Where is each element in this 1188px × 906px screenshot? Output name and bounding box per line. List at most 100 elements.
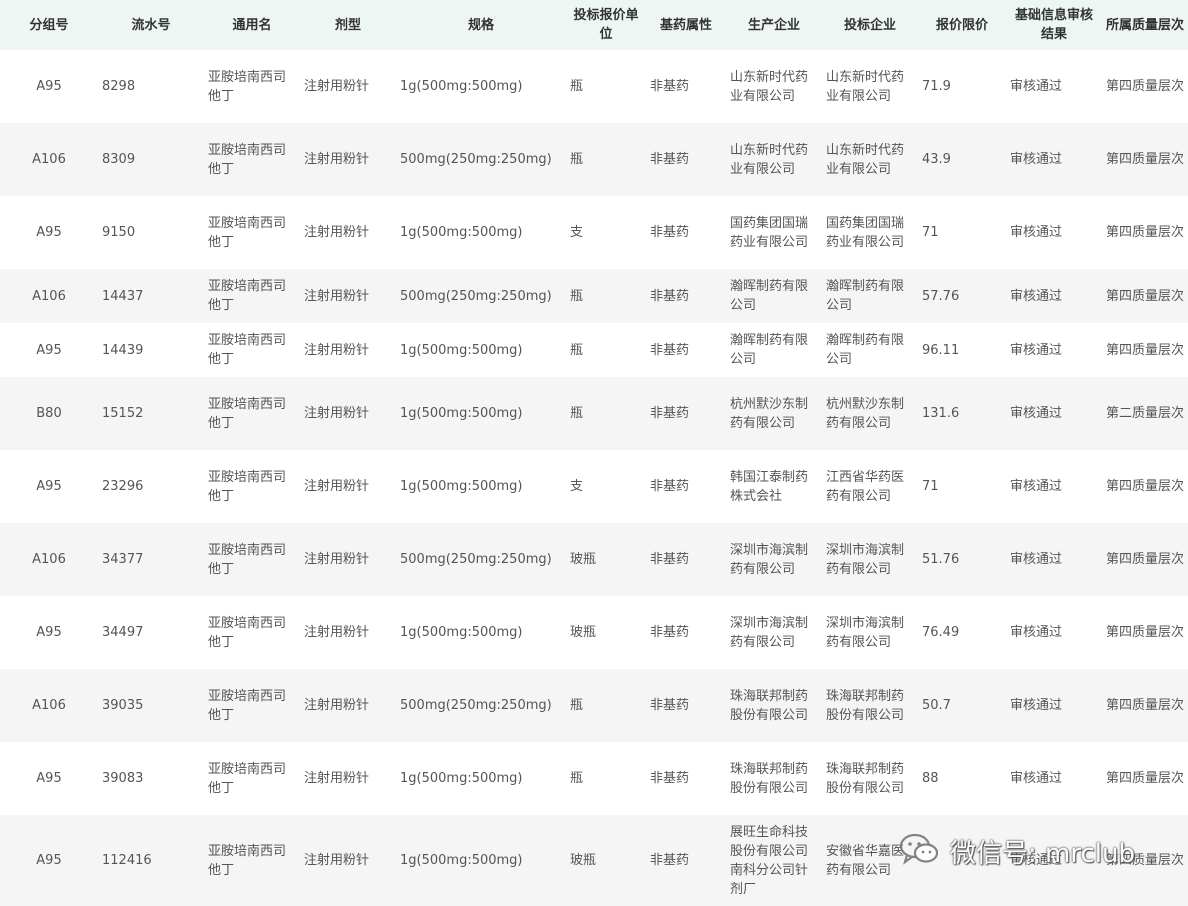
cell-price-limit: 50.7 xyxy=(918,669,1006,742)
table-row: A95 34497 亚胺培南西司他丁 注射用粉针 1g(500mg:500mg) 玻瓶 非基… xyxy=(0,596,1188,669)
cell-dosage-form: 注射用粉针 xyxy=(300,742,396,815)
cell-manufacturer: 山东新时代药业有限公司 xyxy=(726,123,822,196)
cell-bid-unit: 玻瓶 xyxy=(566,815,646,906)
cell-spec: 1g(500mg:500mg) xyxy=(396,815,566,906)
header-generic-name: 通用名 xyxy=(204,0,300,50)
cell-review-result: 审核通过 xyxy=(1006,742,1102,815)
cell-quality-level: 第四质量层次 xyxy=(1102,450,1188,523)
cell-essential-attr: 非基药 xyxy=(646,596,726,669)
cell-group: A106 xyxy=(0,123,98,196)
cell-spec: 1g(500mg:500mg) xyxy=(396,377,566,450)
cell-essential-attr: 非基药 xyxy=(646,323,726,377)
cell-bidder: 珠海联邦制药股份有限公司 xyxy=(822,669,918,742)
cell-bidder: 瀚晖制药有限公司 xyxy=(822,323,918,377)
cell-spec: 1g(500mg:500mg) xyxy=(396,196,566,269)
cell-dosage-form: 注射用粉针 xyxy=(300,669,396,742)
cell-review-result: 审核通过 xyxy=(1006,269,1102,323)
cell-group: A95 xyxy=(0,742,98,815)
cell-bid-unit: 瓶 xyxy=(566,123,646,196)
cell-quality-level: 第四质量层次 xyxy=(1102,323,1188,377)
header-bidder: 投标企业 xyxy=(822,0,918,50)
cell-dosage-form: 注射用粉针 xyxy=(300,269,396,323)
cell-price-limit: 71 xyxy=(918,450,1006,523)
cell-manufacturer: 珠海联邦制药股份有限公司 xyxy=(726,669,822,742)
cell-quality-level: 第四质量层次 xyxy=(1102,742,1188,815)
cell-review-result: 审核通过 xyxy=(1006,523,1102,596)
cell-essential-attr: 非基药 xyxy=(646,450,726,523)
cell-serial: 14437 xyxy=(98,269,204,323)
cell-price-limit: 57.76 xyxy=(918,269,1006,323)
header-quality-level: 所属质量层次 xyxy=(1102,0,1188,50)
table-row: A95 14439 亚胺培南西司他丁 注射用粉针 1g(500mg:500mg) 瓶非基药… xyxy=(0,323,1188,377)
cell-bid-unit: 支 xyxy=(566,450,646,523)
wechat-icon xyxy=(898,831,942,871)
cell-spec: 1g(500mg:500mg) xyxy=(396,323,566,377)
cell-essential-attr: 非基药 xyxy=(646,50,726,123)
cell-essential-attr: 非基药 xyxy=(646,669,726,742)
cell-price-limit: 96.11 xyxy=(918,323,1006,377)
cell-spec: 500mg(250mg:250mg) xyxy=(396,123,566,196)
cell-price-limit: 131.6 xyxy=(918,377,1006,450)
cell-bid-unit: 瓶 xyxy=(566,669,646,742)
cell-essential-attr: 非基药 xyxy=(646,269,726,323)
cell-serial: 23296 xyxy=(98,450,204,523)
cell-dosage-form: 注射用粉针 xyxy=(300,377,396,450)
header-dosage-form: 剂型 xyxy=(300,0,396,50)
cell-bidder: 山东新时代药业有限公司 xyxy=(822,123,918,196)
cell-price-limit: 43.9 xyxy=(918,123,1006,196)
cell-bid-unit: 玻瓶 xyxy=(566,523,646,596)
cell-spec: 1g(500mg:500mg) xyxy=(396,596,566,669)
cell-manufacturer: 珠海联邦制药股份有限公司 xyxy=(726,742,822,815)
table-row: A106 34377 亚胺培南西司他丁 注射用粉针 500mg(250mg:250mg)… xyxy=(0,523,1188,596)
table-row: A95 23296 亚胺培南西司他丁 注射用粉针 1g(500mg:500mg) 支非基药… xyxy=(0,450,1188,523)
table-row: B80 15152 亚胺培南西司他丁 注射用粉针 1g(500mg:500mg) 瓶非基药… xyxy=(0,377,1188,450)
table-row: A106 39035 亚胺培南西司他丁 注射用粉针 500mg(250mg:250mg)… xyxy=(0,669,1188,742)
cell-quality-level: 第四质量层次 xyxy=(1102,196,1188,269)
cell-bid-unit: 支 xyxy=(566,196,646,269)
cell-generic-name: 亚胺培南西司他丁 xyxy=(204,742,300,815)
cell-serial: 8309 xyxy=(98,123,204,196)
cell-quality-level: 第二质量层次 xyxy=(1102,377,1188,450)
cell-manufacturer: 展旺生命科技股份有限公司南科分公司针剂厂 xyxy=(726,815,822,906)
cell-spec: 500mg(250mg:250mg) xyxy=(396,669,566,742)
cell-bidder: 山东新时代药业有限公司 xyxy=(822,50,918,123)
cell-review-result: 审核通过 xyxy=(1006,323,1102,377)
cell-group: B80 xyxy=(0,377,98,450)
cell-spec: 1g(500mg:500mg) xyxy=(396,742,566,815)
cell-manufacturer: 山东新时代药业有限公司 xyxy=(726,50,822,123)
cell-dosage-form: 注射用粉针 xyxy=(300,50,396,123)
cell-quality-level: 第四质量层次 xyxy=(1102,50,1188,123)
cell-generic-name: 亚胺培南西司他丁 xyxy=(204,323,300,377)
cell-generic-name: 亚胺培南西司他丁 xyxy=(204,523,300,596)
cell-price-limit: 71.9 xyxy=(918,50,1006,123)
cell-bid-unit: 瓶 xyxy=(566,323,646,377)
cell-bidder: 珠海联邦制药股份有限公司 xyxy=(822,742,918,815)
cell-group: A106 xyxy=(0,669,98,742)
cell-serial: 9150 xyxy=(98,196,204,269)
header-bid-unit: 投标报价单位 xyxy=(566,0,646,50)
cell-dosage-form: 注射用粉针 xyxy=(300,596,396,669)
cell-price-limit: 88 xyxy=(918,742,1006,815)
cell-manufacturer: 国药集团国瑞药业有限公司 xyxy=(726,196,822,269)
cell-generic-name: 亚胺培南西司他丁 xyxy=(204,123,300,196)
cell-serial: 14439 xyxy=(98,323,204,377)
cell-review-result: 审核通过 xyxy=(1006,596,1102,669)
table-row: A106 14437 亚胺培南西司他丁 注射用粉针 500mg(250mg:250mg)… xyxy=(0,269,1188,323)
cell-essential-attr: 非基药 xyxy=(646,815,726,906)
cell-serial: 39035 xyxy=(98,669,204,742)
table-row: A95 39083 亚胺培南西司他丁 注射用粉针 1g(500mg:500mg) 瓶非基药… xyxy=(0,742,1188,815)
header-manufacturer: 生产企业 xyxy=(726,0,822,50)
cell-generic-name: 亚胺培南西司他丁 xyxy=(204,450,300,523)
cell-dosage-form: 注射用粉针 xyxy=(300,450,396,523)
cell-group: A106 xyxy=(0,269,98,323)
cell-serial: 112416 xyxy=(98,815,204,906)
cell-price-limit: 51.76 xyxy=(918,523,1006,596)
cell-serial: 8298 xyxy=(98,50,204,123)
drug-bid-table: 分组号 流水号 通用名 剂型 规格 投标报价单位 基药属性 生产企业 投标企业 … xyxy=(0,0,1188,906)
cell-price-limit: 76.49 xyxy=(918,596,1006,669)
cell-review-result: 审核通过 xyxy=(1006,50,1102,123)
cell-bid-unit: 玻瓶 xyxy=(566,596,646,669)
cell-group: A95 xyxy=(0,50,98,123)
cell-manufacturer: 瀚晖制药有限公司 xyxy=(726,323,822,377)
cell-bidder: 深圳市海滨制药有限公司 xyxy=(822,523,918,596)
